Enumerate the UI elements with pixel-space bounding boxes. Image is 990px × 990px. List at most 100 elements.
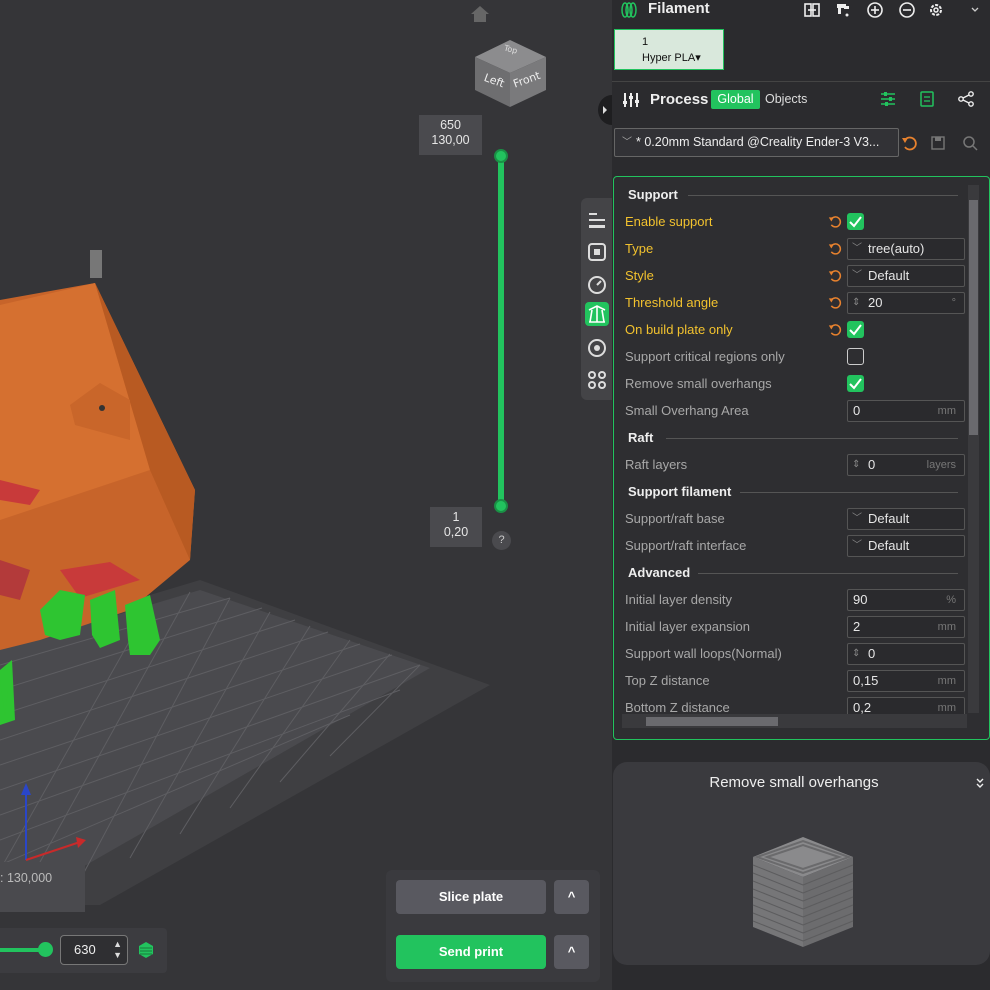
layers-icon[interactable]: [585, 240, 609, 264]
process-settings-list[interactable]: Support Enable support Type ﹀ tree(auto) …: [613, 176, 990, 740]
chevron-down-icon: ﹀: [852, 540, 862, 551]
remove-small-overhangs-checkbox[interactable]: [847, 375, 864, 392]
support-raft-interface-select[interactable]: ﹀ Default: [847, 535, 965, 557]
support-type-select[interactable]: ﹀ tree(auto): [847, 238, 965, 260]
support-raft-base-select[interactable]: ﹀ Default: [847, 508, 965, 530]
support-icon[interactable]: [585, 302, 609, 326]
help-title: Remove small overhangs: [709, 774, 879, 791]
target-icon[interactable]: [585, 336, 609, 360]
small-overhang-area-input[interactable]: 0 mm: [847, 400, 965, 422]
horizontal-scroll-thumb[interactable]: [646, 717, 778, 726]
support-type-value: tree(auto): [868, 241, 925, 256]
collapse-panel-icon[interactable]: [598, 95, 612, 125]
filament-collapse-chevron-icon[interactable]: [969, 1, 981, 19]
tab-global[interactable]: Global: [711, 90, 760, 109]
bottom-layer-label: 1 0,20: [430, 507, 482, 547]
filament-settings-gear-icon[interactable]: [927, 1, 945, 19]
settings-horizontal-scrollbar[interactable]: [622, 714, 967, 728]
top-z-distance-input[interactable]: 0,15 mm: [847, 670, 965, 692]
section-support-filament-title: Support filament: [628, 484, 732, 499]
save-preset-icon[interactable]: [929, 134, 947, 152]
chevron-down-icon: ﹀: [852, 243, 862, 254]
help-question-icon[interactable]: ?: [492, 531, 511, 550]
filament-slot-card[interactable]: 1 Hyper PLA▾: [614, 29, 724, 70]
tab-objects[interactable]: Objects: [765, 90, 807, 109]
filament-header: Filament: [612, 0, 990, 22]
bottom-layer-height: 0,20: [443, 525, 469, 539]
layer-slider-track[interactable]: [498, 156, 504, 506]
others-icon[interactable]: [585, 368, 609, 392]
reset-undo-icon[interactable]: [828, 295, 843, 310]
section-raft-title: Raft: [628, 430, 654, 445]
spinbox-arrows-icon[interactable]: ▲ ▼: [113, 939, 122, 961]
coordinate-readout: : 130,000: [0, 862, 85, 912]
setting-label: Remove small overhangs: [625, 376, 772, 391]
reset-undo-icon[interactable]: [828, 322, 843, 337]
section-divider: [666, 438, 958, 439]
filament-icon: [621, 2, 637, 18]
send-dropdown-button[interactable]: ^: [554, 935, 589, 969]
unit: mm: [937, 405, 956, 417]
setting-label: Support wall loops(Normal): [625, 646, 782, 661]
search-icon[interactable]: [961, 134, 979, 152]
setting-build-plate-only: On build plate only: [625, 319, 965, 341]
unit: %: [946, 594, 956, 606]
setting-label: Style: [625, 268, 654, 283]
support-style-select[interactable]: ﹀ Default: [847, 265, 965, 287]
3d-viewport[interactable]: Top Left Front 650 130,00 1 0,20 ? : 130…: [0, 0, 612, 990]
setting-support-style: Style ﹀ Default: [625, 265, 965, 287]
setting-label: Threshold angle: [625, 295, 719, 310]
setting-label: Enable support: [625, 214, 713, 229]
threshold-angle-spinner[interactable]: ⇕ 20 °: [847, 292, 965, 314]
filament-slot-number: 1: [642, 36, 649, 48]
remove-filament-icon[interactable]: [898, 1, 916, 19]
scene-render[interactable]: [0, 0, 612, 990]
section-divider: [698, 573, 958, 574]
setting-label: Initial layer expansion: [625, 619, 751, 634]
layer-stack-icon[interactable]: [137, 941, 155, 959]
home-icon[interactable]: [469, 4, 491, 24]
unit: mm: [937, 621, 956, 633]
process-title: Process: [650, 91, 709, 108]
critical-regions-checkbox[interactable]: [847, 348, 864, 365]
raft-layers-spinner[interactable]: ⇕ 0 layers: [847, 454, 965, 476]
spinner-arrows-icon[interactable]: ⇕: [852, 293, 860, 313]
slice-dropdown-button[interactable]: ^: [554, 880, 589, 914]
preset-undo-icon[interactable]: [901, 134, 919, 152]
setting-label: Small Overhang Area: [625, 403, 749, 418]
build-plate-only-checkbox[interactable]: [847, 321, 864, 338]
initial-layer-density-input[interactable]: 90%: [847, 589, 965, 611]
reset-undo-icon[interactable]: [828, 241, 843, 256]
spinner-arrows-icon[interactable]: ⇕: [852, 455, 860, 475]
reset-undo-icon[interactable]: [828, 214, 843, 229]
align-icon[interactable]: [585, 208, 609, 232]
send-print-button[interactable]: Send print: [396, 935, 546, 969]
section-divider: [740, 492, 958, 493]
layer-slider-top-handle[interactable]: [494, 149, 508, 163]
navigation-cube[interactable]: Top Left Front: [470, 35, 550, 110]
share-icon[interactable]: [957, 90, 975, 108]
reset-undo-icon[interactable]: [828, 268, 843, 283]
process-preset-select[interactable]: ﹀ * 0.20mm Standard @Creality Ender-3 V3…: [614, 128, 899, 157]
layer-slider-bottom-handle[interactable]: [494, 499, 508, 513]
filament-sync-icon[interactable]: [803, 1, 821, 19]
advanced-mode-icon[interactable]: [879, 90, 897, 108]
setting-enable-support: Enable support: [625, 211, 965, 233]
settings-vertical-scrollbar[interactable]: [968, 185, 979, 713]
initial-layer-expansion-input[interactable]: 2 mm: [847, 616, 965, 638]
spinner-arrows-icon[interactable]: ⇕: [852, 644, 860, 664]
support-wall-loops-spinner[interactable]: ⇕ 0: [847, 643, 965, 665]
layer-spinbox[interactable]: 630 ▲ ▼: [60, 935, 128, 965]
settings-panel: Filament 1 Hyper PLA▾ Process Global Obj…: [612, 0, 990, 990]
add-filament-icon[interactable]: [866, 1, 884, 19]
enable-support-checkbox[interactable]: [847, 213, 864, 230]
vertical-scroll-thumb[interactable]: [969, 200, 978, 435]
speed-gauge-icon[interactable]: [585, 272, 609, 296]
move-slider-handle[interactable]: [38, 942, 53, 957]
slice-plate-button[interactable]: Slice plate: [396, 880, 546, 914]
filament-dry-icon[interactable]: [834, 1, 852, 19]
help-collapse-chevron-icon[interactable]: [975, 776, 985, 790]
unit: layers: [926, 459, 956, 471]
compare-icon[interactable]: [918, 90, 936, 108]
filament-dropdown-caret-icon[interactable]: ▾: [695, 52, 701, 64]
